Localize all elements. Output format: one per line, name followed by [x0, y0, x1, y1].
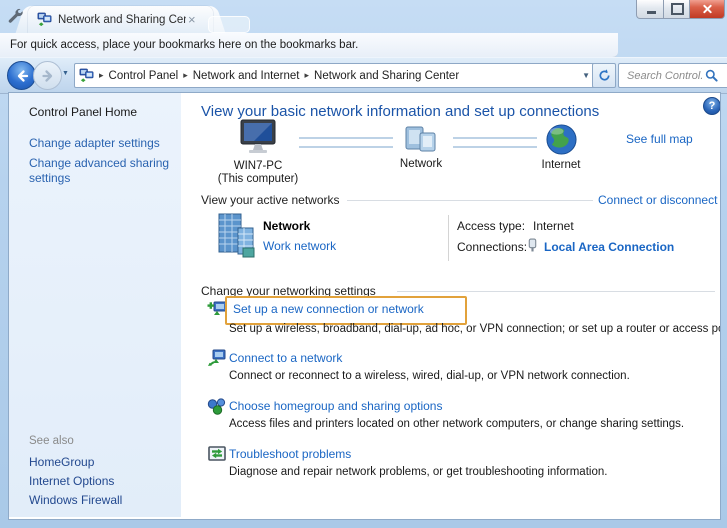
- active-networks-header: View your active networks: [201, 193, 340, 207]
- back-arrow-icon: [15, 69, 29, 83]
- access-type-value: Internet: [533, 219, 574, 233]
- magnifier-icon[interactable]: [705, 69, 718, 82]
- network-sharing-center-icon: [79, 68, 94, 83]
- troubleshoot-problems-desc: Diagnose and repair network problems, or…: [229, 466, 607, 478]
- internet-node-label: Internet: [542, 159, 581, 172]
- sidebar-change-adapter-settings[interactable]: Change adapter settings: [29, 136, 160, 150]
- sidebar-windows-firewall[interactable]: Windows Firewall: [29, 493, 122, 507]
- refresh-button[interactable]: [592, 63, 616, 88]
- recent-pages-dropdown-icon[interactable]: ▼: [62, 70, 69, 77]
- breadcrumb-separator-icon: ▸: [178, 70, 193, 81]
- help-button[interactable]: ?: [703, 97, 721, 115]
- breadcrumb-separator-icon: ▸: [94, 70, 109, 81]
- homegroup-icon: [207, 396, 227, 416]
- network-icon: [403, 125, 439, 155]
- maximize-button[interactable]: [663, 0, 692, 19]
- local-area-connection-link[interactable]: Local Area Connection: [544, 240, 674, 254]
- maximize-icon: [671, 3, 684, 15]
- help-icon: ?: [709, 100, 716, 112]
- breadcrumb-network-and-sharing-center[interactable]: Network and Sharing Center: [314, 70, 459, 82]
- back-button[interactable]: [7, 61, 36, 90]
- new-connection-icon: [207, 299, 227, 319]
- connections-label: Connections:: [457, 240, 527, 254]
- close-button[interactable]: [689, 0, 725, 19]
- refresh-icon: [598, 69, 611, 82]
- homegroup-sharing-options-desc: Access files and printers located on oth…: [229, 418, 684, 430]
- setup-new-connection-link[interactable]: Set up a new connection or network: [233, 302, 424, 316]
- map-node-internet[interactable]: Internet: [511, 123, 611, 172]
- tab-title: Network and Sharing Center: [58, 14, 186, 26]
- breadcrumb-control-panel[interactable]: Control Panel: [109, 70, 179, 82]
- minimize-icon: [647, 11, 656, 14]
- divider: [448, 215, 449, 261]
- section-divider: [347, 200, 593, 201]
- browser-tab[interactable]: Network and Sharing Center ×: [28, 6, 213, 33]
- homegroup-sharing-options-link[interactable]: Choose homegroup and sharing options: [229, 399, 442, 413]
- forward-button[interactable]: [33, 61, 62, 90]
- network-sharing-center-icon: [37, 12, 52, 27]
- sidebar: Control Panel Home Change adapter settin…: [9, 93, 181, 517]
- control-panel-window: Control Panel Home Change adapter settin…: [8, 92, 721, 520]
- address-bar[interactable]: ▸ Control Panel ▸ Network and Internet ▸…: [74, 63, 598, 88]
- sidebar-homegroup[interactable]: HomeGroup: [29, 455, 94, 469]
- see-also-label: See also: [29, 435, 74, 447]
- bookmarks-bar: For quick access, place your bookmarks h…: [0, 33, 618, 58]
- bookmarks-notice: For quick access, place your bookmarks h…: [10, 39, 358, 51]
- computer-sublabel: (This computer): [218, 173, 299, 186]
- connect-to-network-desc: Connect or reconnect to a wireless, wire…: [229, 370, 630, 382]
- see-full-map-link[interactable]: See full map: [626, 132, 693, 146]
- breadcrumb-separator-icon: ▸: [300, 70, 315, 81]
- network-node-label: Network: [400, 158, 442, 171]
- work-network-link[interactable]: Work network: [263, 239, 336, 253]
- search-field[interactable]: [618, 63, 727, 88]
- troubleshoot-icon: [207, 444, 227, 464]
- tab-close-icon[interactable]: ×: [188, 13, 196, 26]
- breadcrumb-network-and-internet[interactable]: Network and Internet: [193, 70, 300, 82]
- sidebar-internet-options[interactable]: Internet Options: [29, 474, 114, 488]
- network-building-icon: [213, 212, 257, 258]
- computer-name-label: WIN7-PC: [234, 160, 283, 173]
- minimize-button[interactable]: [636, 0, 666, 19]
- search-input[interactable]: [625, 69, 705, 83]
- computer-icon: [235, 119, 281, 157]
- connect-to-network-link[interactable]: Connect to a network: [229, 351, 342, 365]
- wrench-icon[interactable]: [7, 7, 23, 23]
- page-title: View your basic network information and …: [201, 103, 599, 120]
- section-divider: [397, 291, 715, 292]
- lan-connection-icon: [526, 238, 539, 252]
- map-node-network[interactable]: Network: [371, 125, 471, 171]
- new-tab-button[interactable]: [208, 16, 250, 33]
- internet-globe-icon: [545, 123, 578, 156]
- troubleshoot-problems-link[interactable]: Troubleshoot problems: [229, 447, 351, 461]
- forward-arrow-icon: [41, 69, 55, 83]
- sidebar-change-advanced-sharing[interactable]: Change advanced sharing settings: [29, 156, 171, 186]
- access-type-label: Access type:: [457, 219, 525, 233]
- sidebar-control-panel-home[interactable]: Control Panel Home: [29, 105, 137, 119]
- map-node-computer[interactable]: WIN7-PC (This computer): [206, 119, 310, 186]
- connect-to-network-icon: [207, 348, 227, 368]
- close-icon: [702, 4, 713, 15]
- active-network-name: Network: [263, 219, 310, 233]
- setup-new-connection-desc: Set up a wireless, broadband, dial-up, a…: [229, 323, 721, 335]
- connect-or-disconnect-link[interactable]: Connect or disconnect: [598, 193, 717, 207]
